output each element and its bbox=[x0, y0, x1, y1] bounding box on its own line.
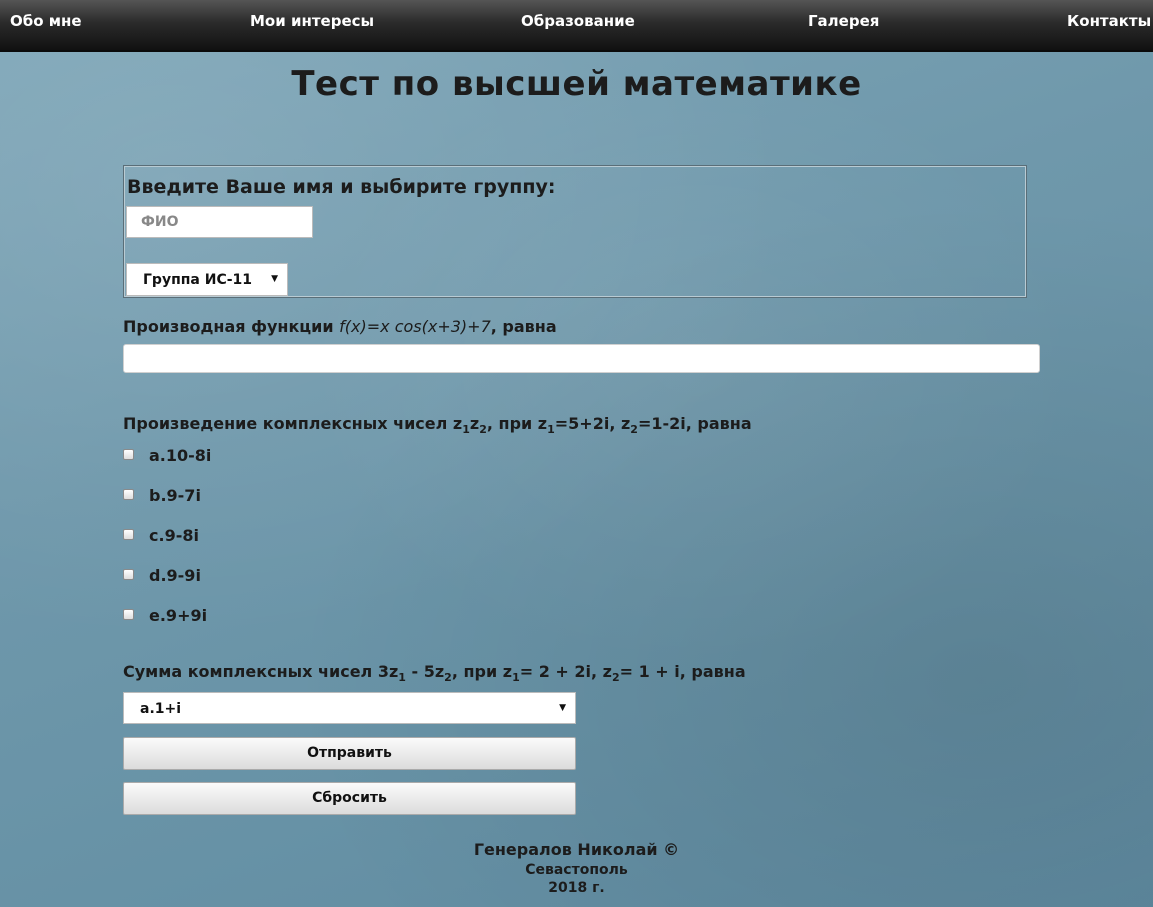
identity-fieldset: Введите Ваше имя и выбирите группу: Груп… bbox=[123, 165, 1027, 298]
nav-interests[interactable]: Мои интересы bbox=[250, 12, 374, 30]
option-d-checkbox[interactable] bbox=[123, 569, 134, 580]
reset-button[interactable]: Сбросить bbox=[123, 782, 576, 815]
question-1-label: Производная функции f(x)=x cos(x+3)+7, р… bbox=[123, 317, 557, 336]
nav-education[interactable]: Образование bbox=[521, 12, 635, 30]
submit-button[interactable]: Отправить bbox=[123, 737, 576, 770]
question-3-label: Сумма комплексных чисел 3z1 - 5z2, при z… bbox=[123, 662, 746, 685]
page-title: Тест по высшей математике bbox=[291, 64, 862, 104]
option-c-checkbox[interactable] bbox=[123, 529, 134, 540]
chevron-down-icon: ▼ bbox=[271, 274, 278, 284]
nav-contacts[interactable]: Контакты bbox=[1067, 12, 1151, 30]
chevron-down-icon: ▼ bbox=[559, 703, 566, 713]
question-1-text-end: , равна bbox=[490, 317, 557, 336]
question-1-answer-input[interactable] bbox=[123, 344, 1040, 373]
option-d-label: d.9-9i bbox=[149, 566, 201, 585]
footer-author: Генералов Николай © bbox=[473, 840, 680, 859]
option-b-label: b.9-7i bbox=[149, 486, 201, 505]
top-navbar: Обо мне Мои интересы Образование Галерея… bbox=[0, 0, 1153, 52]
option-e-label: e.9+9i bbox=[149, 606, 208, 625]
option-a-label: a.10-8i bbox=[149, 446, 212, 465]
nav-gallery[interactable]: Галерея bbox=[808, 12, 879, 30]
nav-about[interactable]: Обо мне bbox=[10, 12, 82, 30]
question-1-text: Производная функции bbox=[123, 317, 340, 336]
footer-year: 2018 г. bbox=[548, 880, 605, 896]
footer-city: Севастополь bbox=[525, 862, 628, 878]
option-b-checkbox[interactable] bbox=[123, 489, 134, 500]
option-a-checkbox[interactable] bbox=[123, 449, 134, 460]
option-e-checkbox[interactable] bbox=[123, 609, 134, 620]
question-3-select-value: a.1+i bbox=[140, 701, 182, 717]
group-select[interactable]: Группа ИС-11 ▼ bbox=[126, 263, 288, 296]
question-2-label: Произведение комплексных чисел z1z2, при… bbox=[123, 414, 752, 437]
group-select-value: Группа ИС-11 bbox=[143, 272, 253, 288]
name-input[interactable] bbox=[126, 206, 313, 238]
question-3-select[interactable]: a.1+i ▼ bbox=[123, 692, 576, 724]
option-c-label: c.9-8i bbox=[149, 526, 199, 545]
identity-legend: Введите Ваше имя и выбирите группу: bbox=[127, 176, 556, 198]
question-1-formula: f(x)=x cos(x+3)+7 bbox=[339, 317, 491, 336]
